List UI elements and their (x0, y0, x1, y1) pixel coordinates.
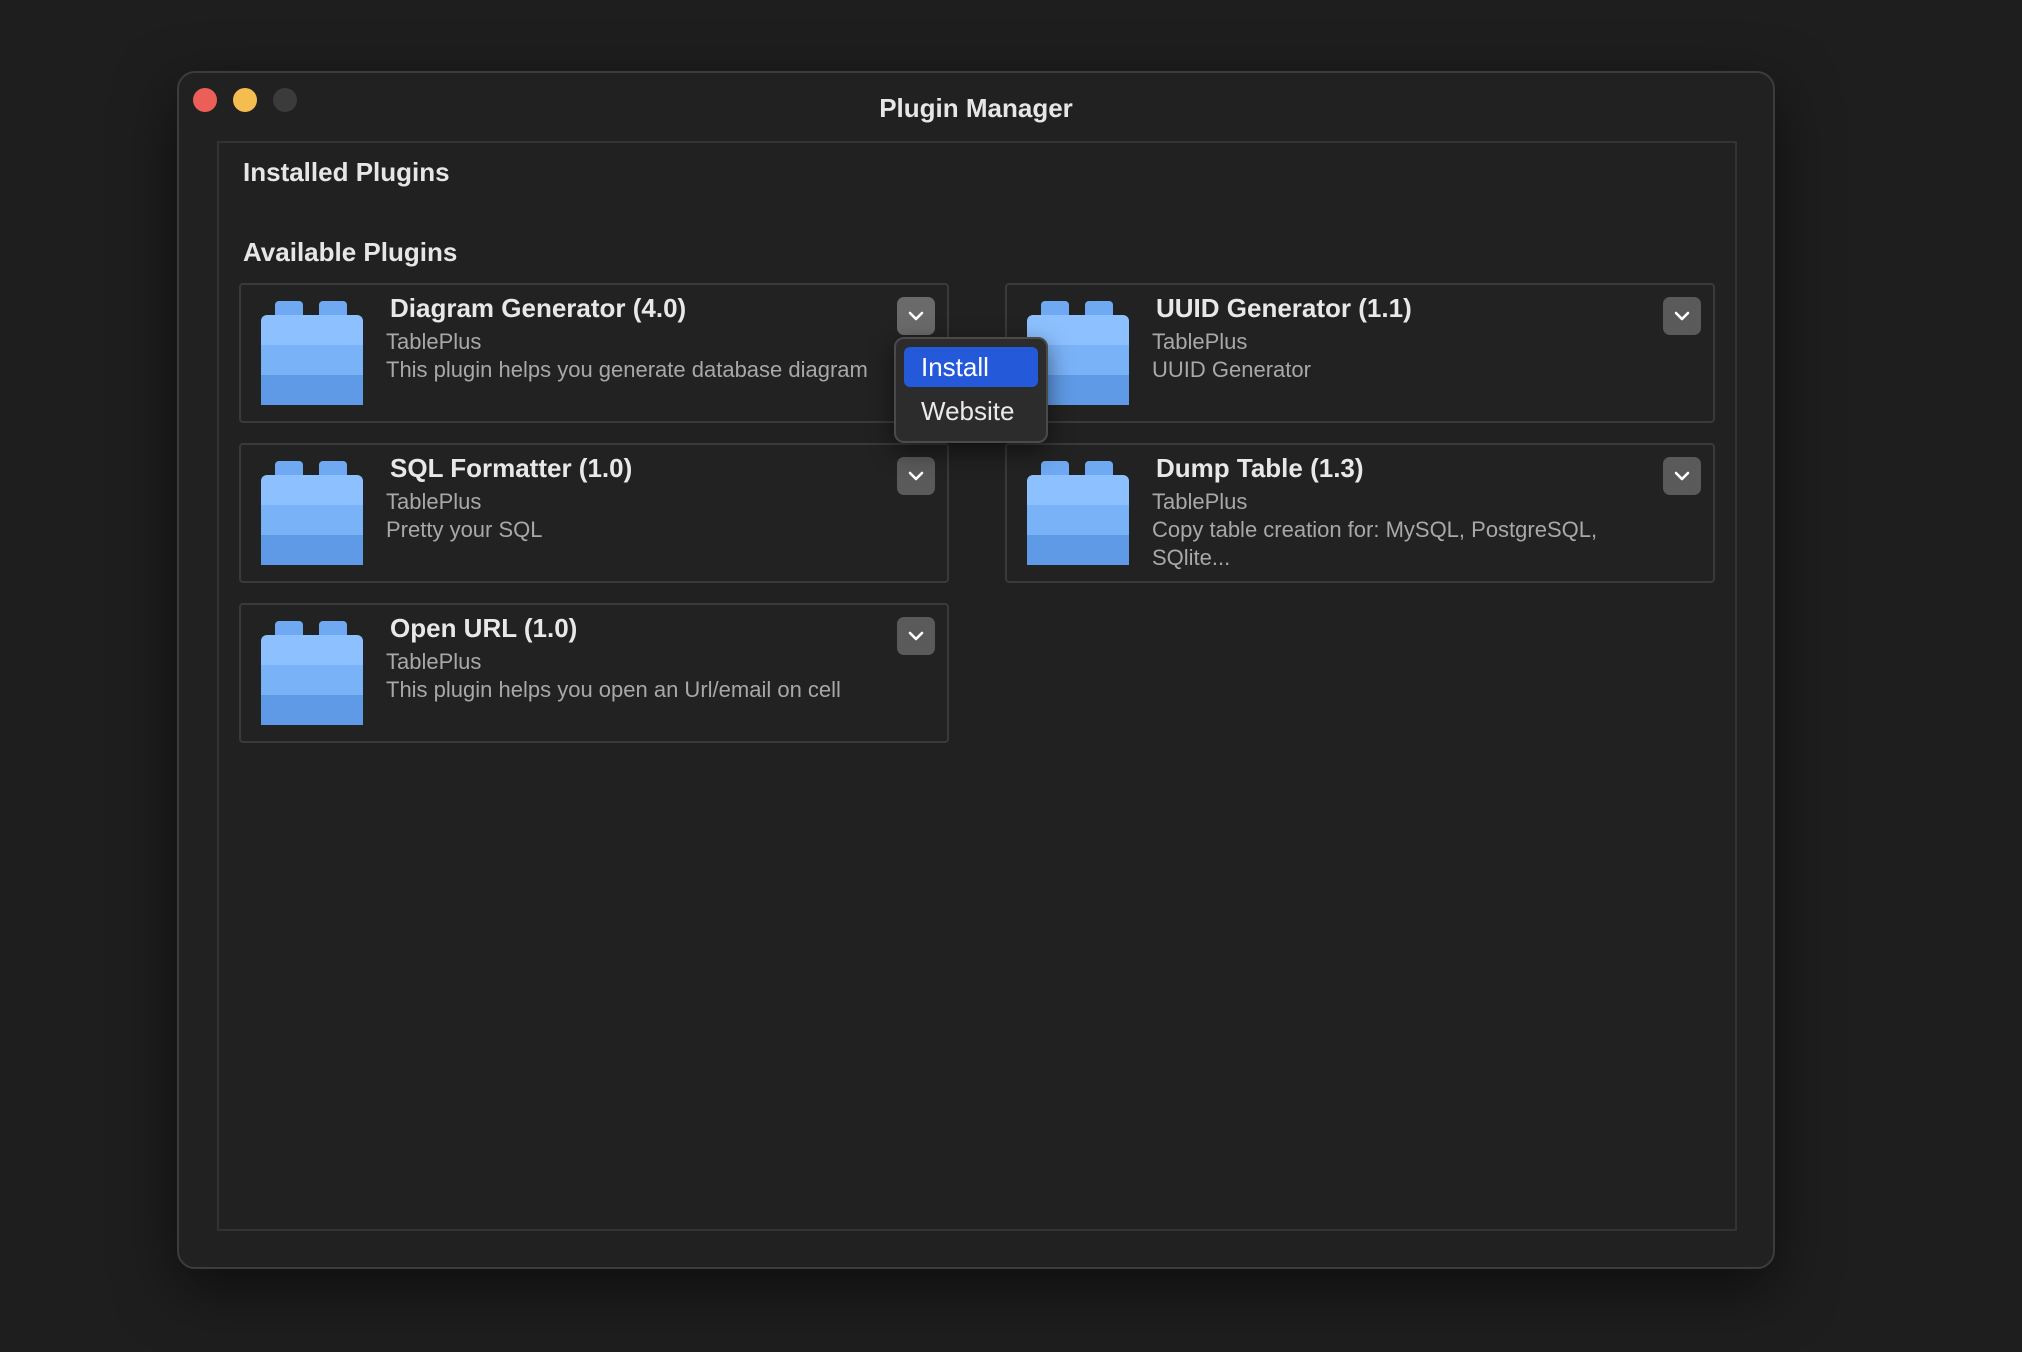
plugin-menu-button[interactable] (1663, 297, 1701, 335)
plugin-description: UUID Generator (1152, 357, 1311, 382)
plugin-author: TablePlus (386, 329, 482, 354)
plugin-menu-button[interactable] (897, 457, 935, 495)
plugin-card-dump-table[interactable]: Dump Table (1.3) TablePlus Copy table cr… (1005, 443, 1715, 583)
plugin-name: Dump Table (1.3) (1156, 453, 1364, 483)
plugin-author: TablePlus (386, 489, 482, 514)
plugin-card-diagram-generator[interactable]: Diagram Generator (4.0) TablePlus This p… (239, 283, 949, 423)
plugin-list-panel: Installed Plugins Available Plugins Diag… (217, 141, 1737, 1231)
website-menu-item[interactable]: Website (904, 391, 1038, 431)
available-plugins-heading: Available Plugins (243, 237, 458, 267)
plugin-name: SQL Formatter (1.0) (390, 453, 633, 483)
chevron-down-icon (908, 311, 924, 321)
plugin-menu-button[interactable] (897, 617, 935, 655)
install-menu-item[interactable]: Install (904, 347, 1038, 387)
lego-brick-icon (261, 461, 363, 565)
chevron-down-icon (908, 631, 924, 641)
plugin-context-menu: Install Website (894, 337, 1048, 443)
plugin-menu-button[interactable] (1663, 457, 1701, 495)
plugin-description: Copy table creation for: MySQL, PostgreS… (1152, 517, 1598, 570)
plugin-card-open-url[interactable]: Open URL (1.0) TablePlus This plugin hel… (239, 603, 949, 743)
plugin-name: Open URL (1.0) (390, 613, 578, 643)
chevron-down-icon (908, 471, 924, 481)
plugin-card-sql-formatter[interactable]: SQL Formatter (1.0) TablePlus Pretty you… (239, 443, 949, 583)
plugin-manager-window: Plugin Manager Installed Plugins Availab… (177, 71, 1775, 1269)
installed-plugins-heading: Installed Plugins (243, 157, 450, 187)
chevron-down-icon (1674, 311, 1690, 321)
plugin-description: This plugin helps you open an Url/email … (386, 677, 841, 702)
chevron-down-icon (1674, 471, 1690, 481)
plugin-author: TablePlus (386, 649, 482, 674)
plugin-description: This plugin helps you generate database … (386, 357, 868, 382)
lego-brick-icon (261, 301, 363, 405)
plugin-card-uuid-generator[interactable]: UUID Generator (1.1) TablePlus UUID Gene… (1005, 283, 1715, 423)
plugin-name: Diagram Generator (4.0) (390, 293, 687, 323)
plugin-name: UUID Generator (1.1) (1156, 293, 1412, 323)
plugin-author: TablePlus (1152, 329, 1248, 354)
window-title: Plugin Manager (879, 93, 1073, 123)
plugin-menu-button[interactable] (897, 297, 935, 335)
lego-brick-icon (1027, 461, 1129, 565)
plugin-author: TablePlus (1152, 489, 1248, 514)
lego-brick-icon (261, 621, 363, 725)
plugin-description: Pretty your SQL (386, 517, 543, 542)
